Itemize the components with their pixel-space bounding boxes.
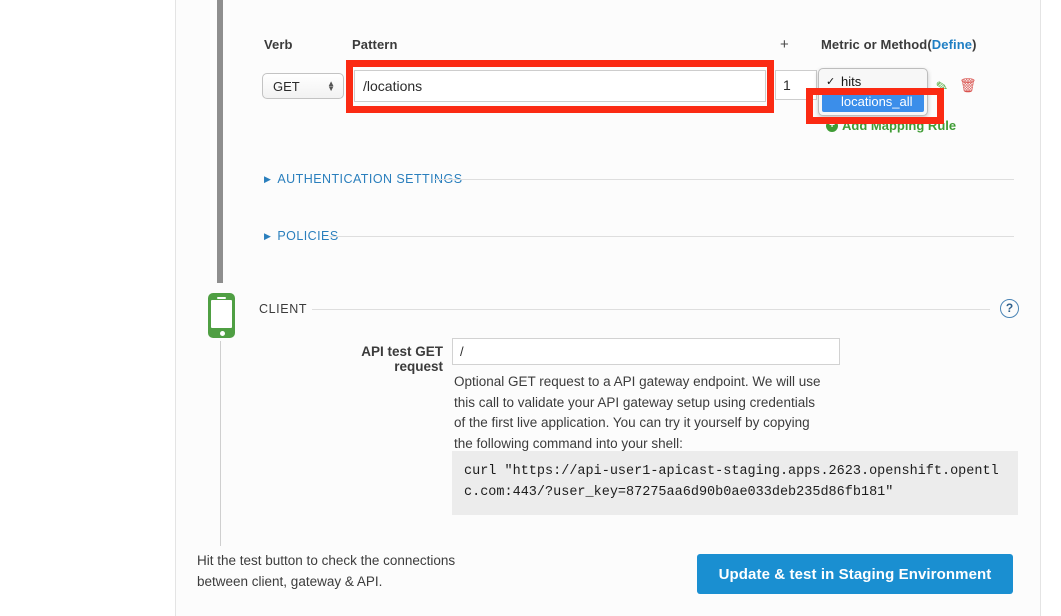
add-mapping-rule-label: Add Mapping Rule	[842, 118, 957, 133]
add-mapping-rule-button[interactable]: + Add Mapping Rule	[826, 118, 956, 133]
pattern-input[interactable]: /locations	[354, 70, 766, 102]
phone-screen	[211, 300, 232, 328]
section-toggle-policies[interactable]: ▶ POLICIES	[264, 229, 339, 243]
footer-hint-text: Hit the test button to check the connect…	[197, 553, 456, 589]
define-metric-link[interactable]: Define	[932, 37, 972, 52]
client-section-divider	[312, 309, 990, 310]
chevron-updown-icon: ▲ ▼	[327, 79, 335, 93]
dropdown-option-locations-all-label: locations_all	[841, 94, 913, 109]
api-test-request-label: API test GET request	[361, 344, 443, 374]
client-section-title: CLIENT	[259, 302, 308, 316]
column-header-metric-text: Metric or Method	[821, 37, 928, 52]
dropdown-option-hits[interactable]: ✓ hits	[819, 72, 927, 92]
page-canvas: Verb Pattern + Metric or Method(Define) …	[0, 0, 1061, 616]
pattern-input-value: /locations	[363, 78, 423, 94]
delete-icon[interactable]: 🗑	[959, 77, 977, 94]
api-test-request-input[interactable]: /	[452, 338, 840, 365]
phone-home-button	[219, 330, 225, 336]
check-icon: ✓	[826, 76, 836, 88]
column-header-verb: Verb	[264, 37, 293, 52]
update-and-test-button[interactable]: Update & test in Staging Environment	[697, 554, 1013, 594]
mapping-rule-row: Verb Pattern + Metric or Method(Define) …	[0, 0, 1061, 160]
add-column-button[interactable]: +	[780, 36, 789, 53]
curl-command-block: curl "https://api-user1-apicast-staging.…	[452, 451, 1018, 515]
delta-input[interactable]: 1	[775, 70, 817, 100]
metric-dropdown-menu[interactable]: ✓ hits locations_all	[818, 68, 928, 116]
plus-circle-icon: +	[826, 119, 838, 132]
edit-icon[interactable]: ✎	[934, 77, 949, 96]
dropdown-option-locations-all[interactable]: locations_all	[822, 92, 924, 112]
delta-input-value: 1	[783, 77, 791, 93]
triangle-right-icon: ▶	[264, 230, 272, 241]
phone-speaker	[217, 296, 226, 299]
triangle-right-icon: ▶	[264, 173, 272, 184]
column-header-pattern: Pattern	[352, 37, 398, 52]
mobile-phone-icon	[208, 293, 235, 338]
client-connector-rail	[220, 341, 221, 546]
help-icon[interactable]: ?	[1000, 299, 1019, 318]
column-header-metric: Metric or Method(Define)	[821, 37, 977, 52]
dropdown-option-hits-label: hits	[841, 74, 862, 89]
section-toggle-authentication-settings[interactable]: ▶ AUTHENTICATION SETTINGS	[264, 172, 463, 186]
paren-close: )	[972, 37, 977, 52]
section-divider-policies	[329, 236, 1014, 237]
verb-select-value: GET	[273, 78, 300, 94]
api-test-helper-text: Optional GET request to a API gateway en…	[454, 374, 821, 451]
verb-select[interactable]: GET ▲ ▼	[262, 73, 344, 99]
api-test-request-value: /	[460, 344, 464, 359]
section-divider-authentication	[434, 179, 1014, 180]
